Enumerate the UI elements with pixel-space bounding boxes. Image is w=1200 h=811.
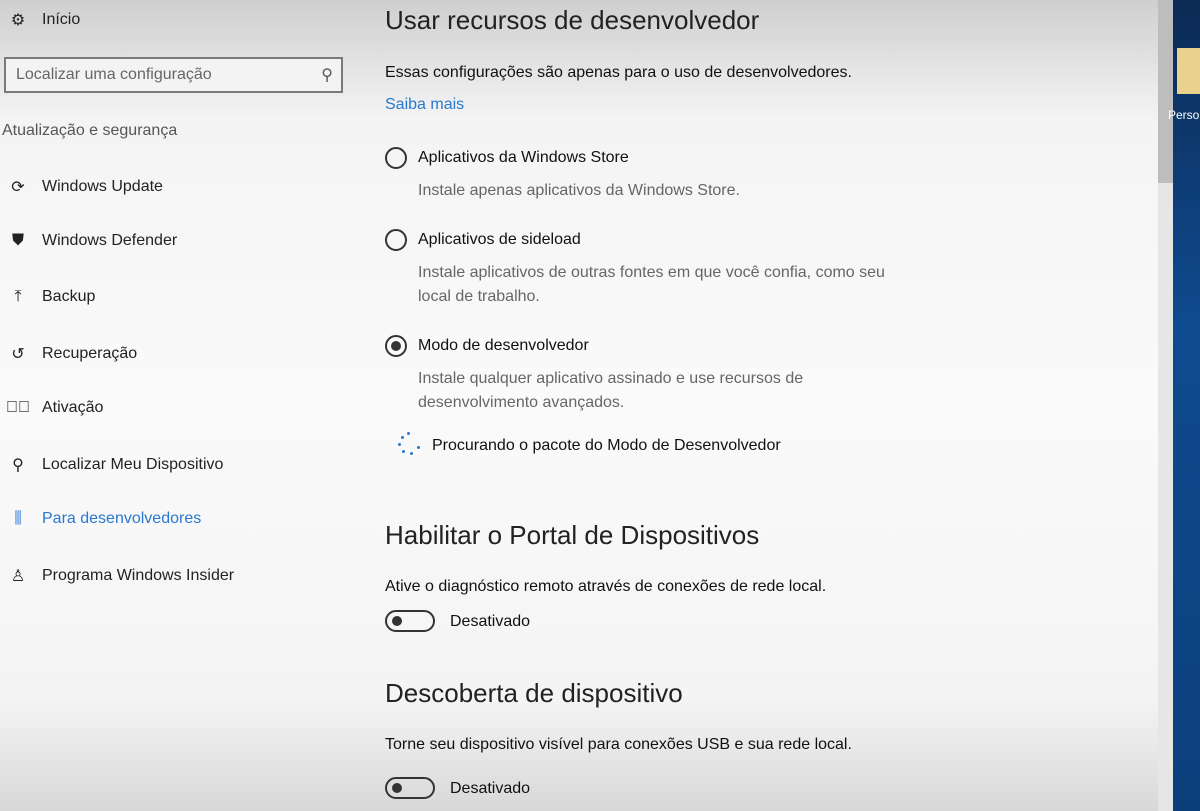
insider-icon: ♙ xyxy=(10,568,26,585)
option-desc: Instale aplicativos de outras fontes em … xyxy=(418,264,885,305)
portal-desc: Ative o diagnóstico remoto através de co… xyxy=(385,578,827,595)
search-icon[interactable]: ⚲ xyxy=(321,65,333,85)
learn-more-link[interactable]: Saiba mais xyxy=(385,96,464,114)
discovery-desc: Torne seu dispositivo visível para conex… xyxy=(385,736,852,753)
history-icon: ↺ xyxy=(11,346,25,363)
portal-toggle-label: Desativado xyxy=(450,613,531,630)
sidebar-item-localizar[interactable]: ⚲ Localizar Meu Dispositivo xyxy=(6,455,223,475)
radio-windows-store[interactable] xyxy=(385,147,407,169)
check-circle-icon: ✓⃝ xyxy=(6,399,30,416)
label: Programa Windows Insider xyxy=(42,567,235,584)
nav-home-label: Início xyxy=(42,11,81,28)
folder-icon[interactable] xyxy=(1177,48,1200,94)
sidebar-item-desenvolvedores[interactable]: ⫼ Para desenvolvedores xyxy=(6,510,201,528)
sidebar-item-insider[interactable]: ♙ Programa Windows Insider xyxy=(6,566,234,586)
nav-home[interactable]: ⚙ Início xyxy=(6,10,80,30)
discovery-heading: Descoberta de dispositivo xyxy=(385,678,683,708)
search-input[interactable]: Localizar uma configuração ⚲ xyxy=(4,57,343,93)
desktop-icon-label: Perso xyxy=(1168,108,1200,122)
shield-icon: ⛊ xyxy=(11,232,24,249)
sidebar-item-recuperacao[interactable]: ↺ Recuperação xyxy=(6,344,137,364)
status-text: Procurando o pacote do Modo de Desenvolv… xyxy=(432,437,781,454)
option-desc: Instale qualquer aplicativo assinado e u… xyxy=(418,370,804,411)
intro-text: Essas configurações são apenas para o us… xyxy=(385,64,852,81)
option-label: Modo de desenvolvedor xyxy=(418,337,589,354)
label: Localizar Meu Dispositivo xyxy=(42,456,224,473)
page-title: Usar recursos de desenvolvedor xyxy=(385,5,760,35)
label: Para desenvolvedores xyxy=(42,510,202,527)
portal-toggle[interactable] xyxy=(385,610,435,632)
radio-sideload[interactable] xyxy=(385,229,407,251)
sidebar: ⚙ Início Localizar uma configuração ⚲ Atua… xyxy=(0,0,360,811)
scrollbar-thumb[interactable] xyxy=(1158,0,1173,183)
developer-tools-icon: ⫼ xyxy=(14,510,22,527)
option-label: Aplicativos de sideload xyxy=(418,231,581,248)
radio-developer-mode[interactable] xyxy=(385,335,407,357)
sidebar-item-ativacao[interactable]: ✓⃝ Ativação xyxy=(6,399,103,417)
sidebar-item-windows-defender[interactable]: ⛊ Windows Defender xyxy=(6,232,177,250)
option-desc: Instale apenas aplicativos da Windows St… xyxy=(418,182,740,199)
settings-window: ⚙ Início Localizar uma configuração ⚲ Atua… xyxy=(0,0,1158,811)
person-pin-icon: ⚲ xyxy=(12,457,24,474)
label: Backup xyxy=(42,288,96,305)
label: Windows Update xyxy=(42,178,163,195)
loading-spinner-icon xyxy=(397,432,421,456)
option-label: Aplicativos da Windows Store xyxy=(418,149,629,166)
sidebar-item-windows-update[interactable]: ⟳ Windows Update xyxy=(6,177,163,197)
group-heading: Atualização e segurança xyxy=(2,122,178,139)
sidebar-item-backup[interactable]: ⤒ Backup xyxy=(6,288,95,306)
search-placeholder: Localizar uma configuração xyxy=(16,66,212,83)
portal-heading: Habilitar o Portal de Dispositivos xyxy=(385,520,760,550)
upload-icon: ⤒ xyxy=(14,288,22,305)
discovery-toggle[interactable] xyxy=(385,777,435,799)
label: Ativação xyxy=(42,399,104,416)
discovery-toggle-label: Desativado xyxy=(450,780,531,797)
label: Windows Defender xyxy=(42,232,178,249)
label: Recuperação xyxy=(42,345,138,362)
gear-icon: ⚙ xyxy=(10,12,26,29)
sync-icon: ⟳ xyxy=(11,179,25,196)
